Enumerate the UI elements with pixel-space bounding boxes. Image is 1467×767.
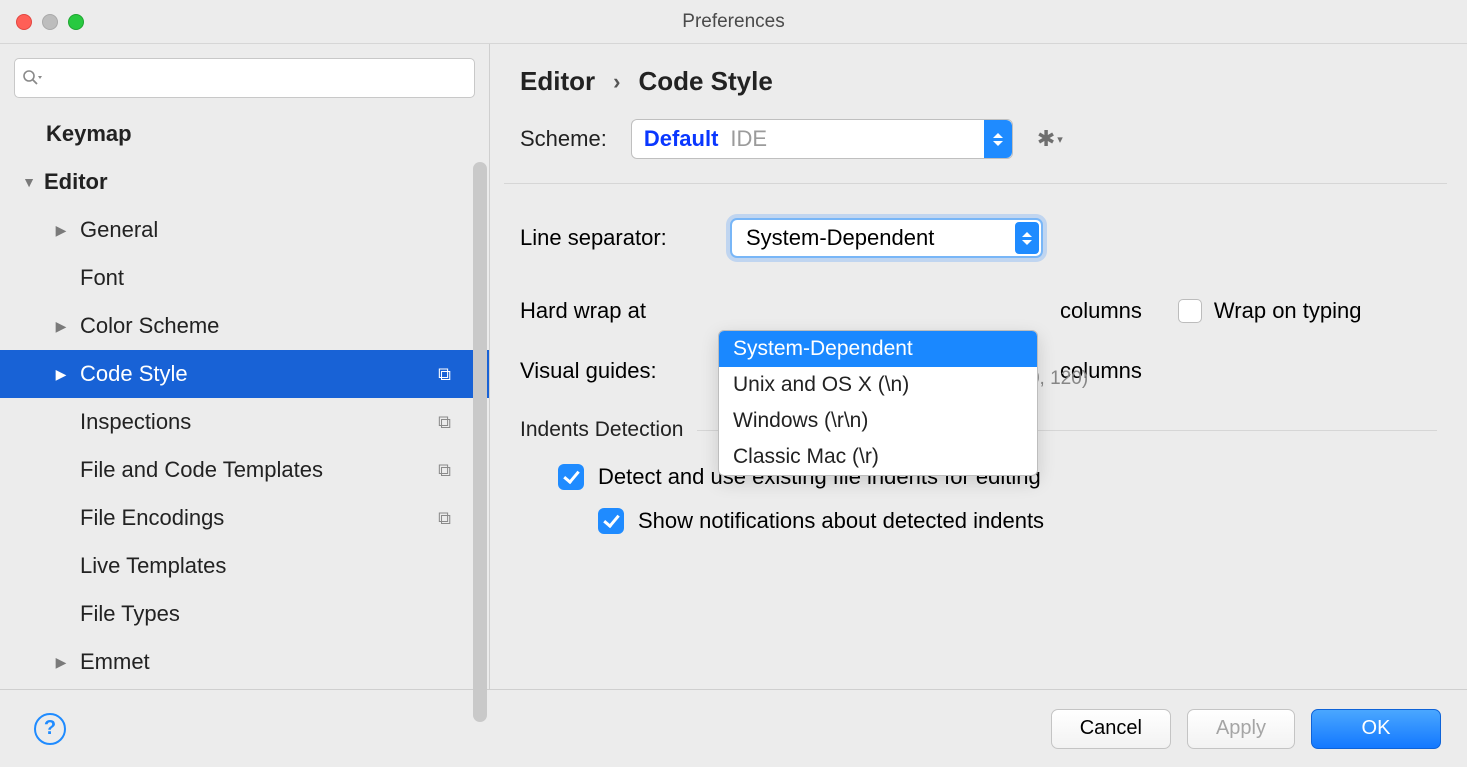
search-field[interactable] [14,58,475,98]
sidebar-item-file-encodings[interactable]: File Encodings ⧉ [0,494,489,542]
dropdown-item-label: Windows (\r\n) [733,409,868,433]
ok-button-label: OK [1362,717,1391,740]
search-wrap [0,44,489,110]
wrap-on-typing-label: Wrap on typing [1214,298,1362,324]
sidebar-item-file-templates[interactable]: File and Code Templates ⧉ [0,446,489,494]
main-panel: Editor › Code Style Scheme: Default IDE … [490,44,1467,689]
sidebar-item-label: File Encodings [80,505,489,531]
chevron-right-icon: ▶ [52,318,70,335]
body: Keymap ▼ Editor ▶ General Font ▶ Color S… [0,44,1467,689]
preferences-window: Preferences Keymap ▼ Editor [0,0,1467,767]
sidebar: Keymap ▼ Editor ▶ General Font ▶ Color S… [0,44,490,689]
scheme-scope: IDE [730,126,767,152]
dropdown-handle-icon [1015,222,1039,254]
dropdown-item-unix[interactable]: Unix and OS X (\n) [719,367,1037,403]
breadcrumb-segment-code-style: Code Style [638,66,772,97]
sidebar-item-color-scheme[interactable]: ▶ Color Scheme [0,302,489,350]
scheme-actions-button[interactable]: ✱ ▾ [1037,126,1063,152]
close-window-button[interactable] [16,14,32,30]
sidebar-item-font[interactable]: Font [0,254,489,302]
sidebar-item-label: Color Scheme [80,313,489,339]
chevron-right-icon: › [613,69,620,95]
sidebar-scrollbar[interactable] [473,162,487,722]
sidebar-item-general[interactable]: ▶ General [0,206,489,254]
sidebar-item-label: Live Templates [80,553,489,579]
traffic-lights [16,14,84,30]
zoom-window-button[interactable] [68,14,84,30]
wrap-on-typing-checkbox[interactable] [1178,299,1202,323]
detect-indents-checkbox[interactable] [558,464,584,490]
line-separator-row: Line separator: System-Dependent [520,218,1437,258]
dropdown-item-system-dependent[interactable]: System-Dependent [719,331,1037,367]
sidebar-item-file-types[interactable]: File Types [0,590,489,638]
sidebar-item-label: File and Code Templates [80,457,489,483]
sidebar-item-code-style[interactable]: ▶ Code Style ⧉ [0,350,489,398]
search-icon [23,70,43,86]
line-separator-label: Line separator: [520,225,720,251]
sidebar-item-label: Emmet [80,649,489,675]
hard-wrap-row: Hard wrap at columns Wrap on typing [520,298,1437,324]
minimize-window-button[interactable] [42,14,58,30]
apply-button[interactable]: Apply [1187,709,1295,749]
sidebar-item-keymap[interactable]: Keymap [0,110,489,158]
sidebar-item-editor[interactable]: ▼ Editor [0,158,489,206]
breadcrumb: Editor › Code Style [490,44,1467,115]
notify-indents-checkbox[interactable] [598,508,624,534]
visual-guides-label: Visual guides: [520,358,720,384]
apply-button-label: Apply [1216,717,1266,740]
project-override-icon: ⧉ [438,508,451,529]
scheme-value: Default [644,126,719,152]
chevron-right-icon: ▶ [52,222,70,239]
dropdown-item-windows[interactable]: Windows (\r\n) [719,403,1037,439]
sidebar-item-label: Editor [44,169,489,195]
sidebar-item-emmet[interactable]: ▶ Emmet [0,638,489,686]
chevron-down-icon: ▾ [1057,133,1063,146]
chevron-right-icon: ▶ [52,366,70,383]
scheme-select[interactable]: Default IDE [631,119,1013,159]
sidebar-item-label: Keymap [46,121,489,147]
footer: ? Cancel Apply OK [0,689,1467,767]
settings-tree: Keymap ▼ Editor ▶ General Font ▶ Color S… [0,110,489,689]
line-separator-value: System-Dependent [746,225,934,251]
dropdown-item-label: System-Dependent [733,337,913,361]
dropdown-item-classic-mac[interactable]: Classic Mac (\r) [719,439,1037,475]
line-separator-select[interactable]: System-Dependent [730,218,1043,258]
project-override-icon: ⧉ [438,412,451,433]
line-separator-dropdown: System-Dependent Unix and OS X (\n) Wind… [718,330,1038,476]
ok-button[interactable]: OK [1311,709,1441,749]
sidebar-item-label: File Types [80,601,489,627]
hard-wrap-label: Hard wrap at [520,298,720,324]
cancel-button[interactable]: Cancel [1051,709,1171,749]
window-title: Preferences [682,11,784,33]
sidebar-item-label: Code Style [80,361,489,387]
project-override-icon: ⧉ [438,460,451,481]
dropdown-item-label: Unix and OS X (\n) [733,373,909,397]
chevron-down-icon: ▼ [20,174,38,190]
sidebar-item-inspections[interactable]: Inspections ⧉ [0,398,489,446]
dropdown-item-label: Classic Mac (\r) [733,445,879,469]
scheme-label: Scheme: [520,126,607,152]
titlebar: Preferences [0,0,1467,44]
sidebar-item-label: Inspections [80,409,489,435]
dropdown-handle-icon [984,120,1012,158]
scheme-row: Scheme: Default IDE ✱ ▾ [490,115,1467,183]
breadcrumb-segment-editor[interactable]: Editor [520,66,595,97]
help-button[interactable]: ? [34,713,66,745]
search-input[interactable] [45,68,466,89]
project-override-icon: ⧉ [438,364,451,385]
indents-section-title: Indents Detection [520,418,683,442]
sidebar-item-label: Font [80,265,489,291]
gear-icon: ✱ [1037,126,1055,152]
sidebar-item-label: General [80,217,489,243]
columns-label: columns [1060,298,1142,324]
notify-indents-row: Show notifications about detected indent… [598,508,1437,534]
cancel-button-label: Cancel [1080,717,1142,740]
help-icon: ? [44,717,56,740]
notify-indents-label: Show notifications about detected indent… [638,508,1044,534]
sidebar-item-live-templates[interactable]: Live Templates [0,542,489,590]
chevron-right-icon: ▶ [52,654,70,671]
